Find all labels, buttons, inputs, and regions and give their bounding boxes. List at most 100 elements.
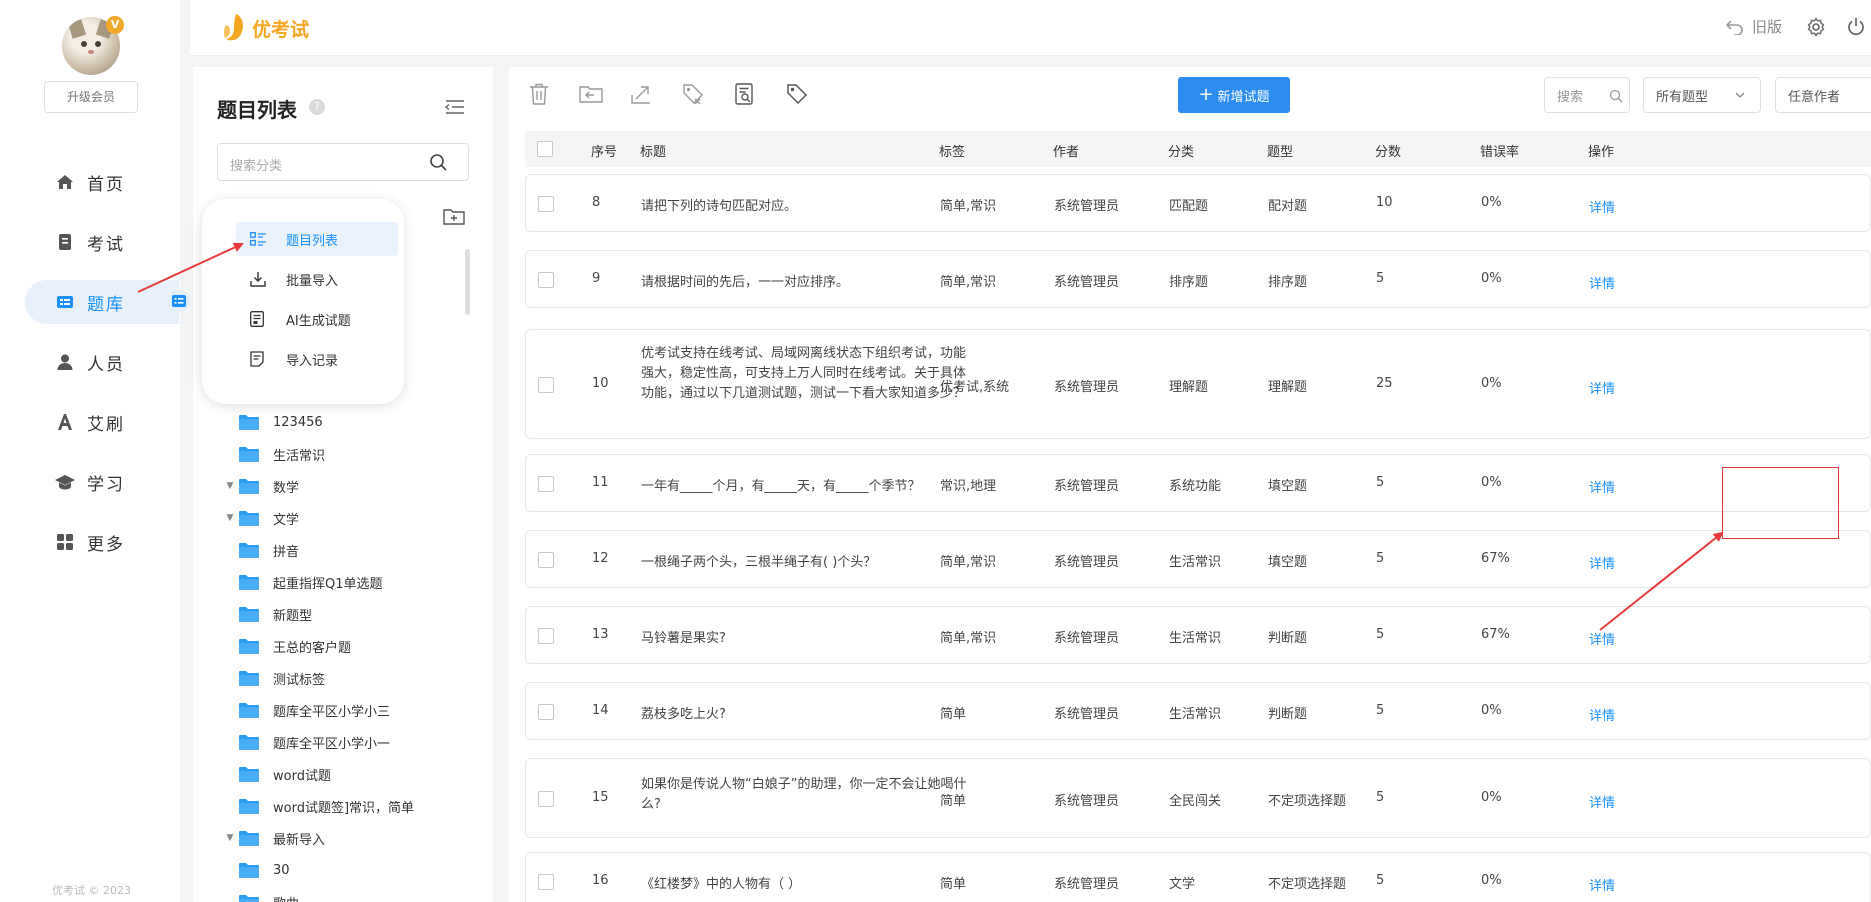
folder-item[interactable]: 题库全平区小学小三 <box>221 698 390 722</box>
row-detail-link[interactable]: 详情 <box>1589 197 1615 216</box>
row-checkbox[interactable] <box>538 196 554 212</box>
undo-icon[interactable] <box>1725 17 1744 39</box>
nav-exam[interactable]: 考试 <box>25 220 179 264</box>
preview-document-icon[interactable] <box>733 82 757 106</box>
export-icon[interactable] <box>629 82 653 106</box>
move-icon[interactable] <box>579 82 603 106</box>
folder-item[interactable]: 拼音 <box>221 538 299 562</box>
caret-icon[interactable]: ▼ <box>221 513 239 523</box>
help-icon[interactable]: ? <box>309 99 325 115</box>
row-detail-link[interactable]: 详情 <box>1589 875 1615 894</box>
row-title[interactable]: 请把下列的诗句匹配对应。 <box>641 195 797 214</box>
folder-item[interactable]: 测试标签 <box>221 666 325 690</box>
search-icon[interactable] <box>429 153 447 175</box>
add-question-button[interactable]: + 新增试题 <box>1178 77 1290 113</box>
nav-brush[interactable]: 艾刷 <box>25 400 179 444</box>
table-row[interactable]: 10 优考试支持在线考试、局域网离线状态下组织考试，功能强大，稳定性高，可支持上万… <box>525 329 1871 439</box>
folder-item[interactable]: 起重指挥Q1单选题 <box>221 570 383 594</box>
table-row[interactable]: 13 马铃薯是果实? 简单,常识 系统管理员 生活常识 判断题 5 67% 详情 <box>525 606 1871 664</box>
folder-item[interactable]: 王总的客户题 <box>221 634 351 658</box>
folder-item[interactable]: 123456 <box>221 410 323 434</box>
folder-item[interactable]: 题库全平区小学小一 <box>221 730 390 754</box>
question-bank-float-icon[interactable] <box>168 290 190 312</box>
row-checkbox[interactable] <box>538 874 554 890</box>
folder-item[interactable]: ▼ 数学 <box>221 474 299 498</box>
folder-item[interactable]: 30 <box>221 858 290 882</box>
folder-name: 文学 <box>273 512 300 528</box>
table-row[interactable]: 16 《红楼梦》中的人物有（ ） 简单 系统管理员 文学 不定项选择题 5 0% 详情 <box>525 852 1871 902</box>
folder-item[interactable]: word试题签]常识，简单 <box>221 794 414 818</box>
row-checkbox[interactable] <box>538 704 554 720</box>
folder-item[interactable]: ▼ 最新导入 <box>221 826 325 850</box>
sidebar: V 升级会员 首页 考试 题库 人员 艾刷 学习 更多 优考试 © 2023 <box>0 0 190 902</box>
nav-learning[interactable]: 学习 <box>25 460 179 504</box>
caret-icon[interactable]: ▼ <box>221 833 239 843</box>
folder-item[interactable]: ▼ 文学 <box>221 506 299 530</box>
table-row[interactable]: 14 荔枝多吃上火? 简单 系统管理员 生活常识 判断题 5 0% 详情 <box>525 682 1871 740</box>
row-title[interactable]: 请根据时间的先后，一一对应排序。 <box>641 271 849 290</box>
author-select[interactable]: 任意作者 <box>1775 77 1871 113</box>
row-tags: 简单,常识 <box>940 275 997 290</box>
nav-home[interactable]: 首页 <box>25 160 179 204</box>
submenu-batch-import[interactable]: 批量导入 <box>236 262 398 296</box>
nav-question-bank[interactable]: 题库 <box>25 280 179 324</box>
row-checkbox[interactable] <box>538 628 554 644</box>
row-checkbox[interactable] <box>538 377 554 393</box>
submenu-ai-generate[interactable]: AI生成试题 <box>236 302 398 336</box>
row-author: 系统管理员 <box>1054 794 1120 809</box>
row-detail-link[interactable]: 详情 <box>1589 477 1615 496</box>
power-icon[interactable] <box>1846 17 1866 41</box>
folder-item[interactable]: 生活常识 <box>221 442 325 466</box>
submenu-label: 导入记录 <box>286 353 339 369</box>
row-checkbox[interactable] <box>538 476 554 492</box>
table-row[interactable]: 11 一年有_____个月，有_____天，有_____个季节？ 常识,地理 系统管理… <box>525 454 1871 512</box>
row-checkbox[interactable] <box>538 272 554 288</box>
collapse-menu-icon[interactable] <box>444 99 465 119</box>
folder-item[interactable]: word试题 <box>221 762 331 786</box>
row-title[interactable]: 一根绳子两个头，三根半绳子有( )个头？ <box>641 551 876 570</box>
add-folder-icon[interactable] <box>443 207 465 229</box>
row-title[interactable]: 优考试支持在线考试、局域网离线状态下组织考试，功能强大，稳定性高，可支持上万人同… <box>641 344 976 404</box>
folder-icon <box>239 606 259 622</box>
row-detail-link[interactable]: 详情 <box>1589 629 1615 648</box>
row-title[interactable]: 马铃薯是果实? <box>641 627 726 646</box>
question-type-select[interactable]: 所有题型 <box>1643 77 1761 113</box>
table-row[interactable]: 9 请根据时间的先后，一一对应排序。 简单,常识 系统管理员 排序题 排序题 5 0% 详情 <box>525 250 1871 308</box>
table-row[interactable]: 8 请把下列的诗句匹配对应。 简单,常识 系统管理员 匹配题 配对题 10 0% 详情 <box>525 174 1871 232</box>
vip-badge: V <box>106 16 124 34</box>
nav-people[interactable]: 人员 <box>25 340 179 384</box>
submenu-question-list[interactable]: 题目列表 <box>236 222 398 256</box>
folder-name: 数学 <box>273 480 300 496</box>
old-version-link[interactable]: 旧版 <box>1752 16 1782 37</box>
delete-icon[interactable] <box>527 82 551 106</box>
gear-icon[interactable] <box>1806 17 1826 41</box>
row-title[interactable]: 《红楼梦》中的人物有（ ） <box>641 873 801 892</box>
row-title[interactable]: 荔枝多吃上火? <box>641 703 726 722</box>
row-detail-link[interactable]: 详情 <box>1589 273 1615 292</box>
row-checkbox[interactable] <box>538 552 554 568</box>
row-detail-link[interactable]: 详情 <box>1589 792 1615 811</box>
upgrade-member-button[interactable]: 升级会员 <box>44 81 138 113</box>
folder-item[interactable]: 歌曲 <box>221 890 299 902</box>
caret-icon[interactable]: ▼ <box>221 481 239 491</box>
row-detail-link[interactable]: 详情 <box>1589 378 1615 397</box>
search-input[interactable]: 搜索 <box>1544 77 1630 113</box>
tag-remove-icon[interactable] <box>681 82 705 106</box>
tag-icon[interactable] <box>785 82 809 106</box>
category-scrollbar[interactable] <box>465 249 470 315</box>
row-detail-link[interactable]: 详情 <box>1589 553 1615 572</box>
nav-more[interactable]: 更多 <box>25 520 179 564</box>
row-title[interactable]: 如果你是传说人物“白娘子”的助理，你一定不会让她喝什么? <box>641 775 976 815</box>
row-category: 全民闯关 <box>1169 794 1222 809</box>
folder-item[interactable]: 新题型 <box>221 602 312 626</box>
row-title[interactable]: 一年有_____个月，有_____天，有_____个季节？ <box>641 475 921 494</box>
logo-icon <box>222 13 248 47</box>
table-row[interactable]: 15 如果你是传说人物“白娘子”的助理，你一定不会让她喝什么? 简单 系统管理员 全民闯… <box>525 758 1871 838</box>
table-row[interactable]: 12 一根绳子两个头，三根半绳子有( )个头？ 简单,常识 系统管理员 生活常识 填空题 5… <box>525 530 1871 588</box>
submenu-import-records[interactable]: 导入记录 <box>236 342 398 376</box>
select-all-checkbox[interactable] <box>537 141 553 157</box>
row-author: 系统管理员 <box>1054 275 1120 290</box>
row-type: 排序题 <box>1268 275 1308 290</box>
row-checkbox[interactable] <box>538 791 554 807</box>
row-detail-link[interactable]: 详情 <box>1589 705 1615 724</box>
